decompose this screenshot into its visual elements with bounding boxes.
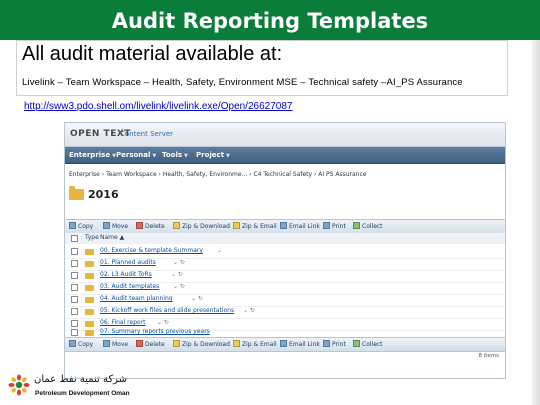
copy-button[interactable]: Copy [69, 340, 93, 348]
folder-icon [69, 186, 84, 200]
chevron-down-icon: ▼ [152, 153, 157, 159]
livelink-screenshot: OPEN TEXT Content Server Enterprise ▼ Per… [64, 122, 506, 379]
email-icon [280, 340, 287, 347]
copy-icon [69, 340, 76, 347]
action-toolbar-bottom: Copy Move Delete Zip & Download Zip & Em… [65, 337, 505, 352]
row-checkbox[interactable] [71, 320, 78, 327]
chevron-down-icon[interactable]: ⌄ ↻ [191, 295, 203, 302]
print-button[interactable]: Print [323, 222, 346, 230]
menu-tools[interactable]: Tools ▼ [162, 151, 188, 159]
pdo-logo-icon [8, 374, 30, 396]
print-icon [323, 340, 330, 347]
row-checkbox[interactable] [71, 248, 78, 255]
email-icon [280, 222, 287, 229]
row-checkbox[interactable] [71, 296, 78, 303]
chevron-down-icon[interactable]: ⌄ ↻ [173, 283, 185, 290]
delete-button[interactable]: Delete [136, 222, 165, 230]
copy-icon [69, 222, 76, 229]
collect-icon [353, 340, 360, 347]
row-checkbox[interactable] [71, 272, 78, 279]
move-icon [103, 340, 110, 347]
zip-icon [233, 340, 240, 347]
folder-title: 2016 [88, 188, 119, 201]
column-name[interactable]: Name ▲ [100, 234, 124, 241]
row-checkbox[interactable] [71, 284, 78, 291]
slide-edge-decoration [532, 40, 540, 405]
row-checkbox[interactable] [71, 308, 78, 315]
zip-download-button[interactable]: Zip & Download [173, 222, 230, 230]
select-all-checkbox[interactable] [71, 235, 78, 242]
item-link[interactable]: 02. L3 Audit ToRs [100, 271, 152, 278]
livelink-url[interactable]: http://sww3.pdo.shell.om/livelink/liveli… [24, 101, 293, 112]
collect-button[interactable]: Collect [353, 340, 383, 348]
folder-icon [85, 261, 94, 267]
zip-icon [173, 340, 180, 347]
location-path: Livelink – Team Workspace – Health, Safe… [22, 77, 463, 88]
folder-icon [85, 297, 94, 303]
email-link-button[interactable]: Email Link [280, 222, 320, 230]
chevron-down-icon[interactable]: ⌄ [217, 247, 222, 254]
item-link[interactable]: 00. Exercise & template Summary [100, 247, 203, 254]
company-name: Petroleum Development Oman [35, 390, 130, 397]
company-name-arabic: شركة تنمية نفط عمان [34, 374, 127, 385]
zip-download-button[interactable]: Zip & Download [173, 340, 230, 348]
chevron-down-icon: ▼ [226, 153, 230, 159]
delete-button[interactable]: Delete [136, 340, 165, 348]
chevron-down-icon: ▼ [184, 153, 188, 159]
folder-icon [85, 273, 94, 279]
item-count: 8 items [478, 353, 499, 359]
folder-icon [85, 309, 94, 315]
move-button[interactable]: Move [103, 340, 128, 348]
collect-button[interactable]: Collect [353, 222, 383, 230]
folder-icon [85, 321, 94, 327]
item-link[interactable]: 04. Audit team planning [100, 295, 173, 302]
print-icon [323, 222, 330, 229]
chevron-down-icon[interactable]: ⌄ ↻ [157, 319, 169, 326]
item-link[interactable]: 07. Summary reports previous years [100, 328, 210, 335]
folder-icon [85, 330, 94, 336]
menu-project[interactable]: Project ▼ [196, 151, 230, 159]
slide-title: Audit Reporting Templates [0, 0, 540, 40]
email-link-button[interactable]: Email Link [280, 340, 320, 348]
zip-icon [233, 222, 240, 229]
print-button[interactable]: Print [323, 340, 346, 348]
zip-email-button[interactable]: Zip & Email [233, 340, 277, 348]
chevron-down-icon[interactable]: ⌄ ↻ [173, 259, 185, 266]
item-link[interactable]: 01. Planned audits [100, 259, 156, 266]
action-toolbar-top: Copy Move Delete Zip & Download Zip & Em… [65, 219, 505, 234]
menu-enterprise[interactable]: Enterprise ▼ [69, 151, 116, 159]
item-link[interactable]: 06. Final report [100, 319, 146, 326]
server-label: Content Server [120, 130, 174, 138]
breadcrumb[interactable]: Enterprise › Team Workspace › Health, Sa… [69, 171, 366, 178]
item-link[interactable]: 03. Audit templates [100, 283, 159, 290]
folder-icon [85, 285, 94, 291]
headline: All audit material available at: [22, 43, 283, 65]
delete-icon [136, 222, 143, 229]
zip-email-button[interactable]: Zip & Email [233, 222, 277, 230]
livelink-menu-bar: Enterprise ▼ Personal ▼ Tools ▼ Project ▼ [65, 147, 505, 164]
list-header: Type Name ▲ [65, 233, 505, 244]
row-checkbox[interactable] [71, 329, 78, 336]
move-button[interactable]: Move [103, 222, 128, 230]
move-icon [103, 222, 110, 229]
menu-personal[interactable]: Personal ▼ [116, 151, 156, 159]
item-link[interactable]: 05. Kickoff work files and slide present… [100, 307, 234, 314]
delete-icon [136, 340, 143, 347]
copy-button[interactable]: Copy [69, 222, 93, 230]
chevron-down-icon[interactable]: ⌄ ↻ [243, 307, 255, 314]
list-item: 07. Summary reports previous years [65, 328, 505, 337]
row-checkbox[interactable] [71, 260, 78, 267]
column-type[interactable]: Type [85, 234, 99, 241]
livelink-header: OPEN TEXT Content Server [65, 123, 505, 147]
collect-icon [353, 222, 360, 229]
chevron-down-icon[interactable]: ⌄ ↻ [171, 271, 183, 278]
zip-icon [173, 222, 180, 229]
folder-icon [85, 249, 94, 255]
